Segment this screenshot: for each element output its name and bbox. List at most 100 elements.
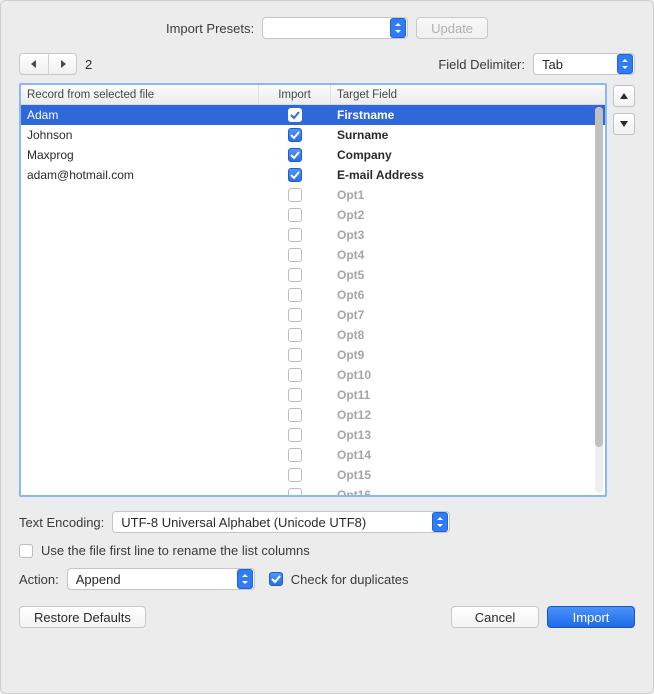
delimiter-group: Field Delimiter: Tab bbox=[438, 53, 635, 75]
import-button[interactable]: Import bbox=[547, 606, 635, 628]
table-row[interactable]: Opt13 bbox=[21, 425, 605, 445]
table-row[interactable]: Opt5 bbox=[21, 265, 605, 285]
check-duplicates-checkbox[interactable] bbox=[269, 572, 283, 586]
content-row: Record from selected file Import Target … bbox=[19, 83, 635, 497]
scrollbar[interactable] bbox=[595, 107, 603, 493]
table-row[interactable]: Opt14 bbox=[21, 445, 605, 465]
stepper-icon bbox=[617, 54, 633, 74]
table-row[interactable]: Opt12 bbox=[21, 405, 605, 425]
prev-record-button[interactable] bbox=[20, 54, 48, 74]
table-row[interactable]: JohnsonSurname bbox=[21, 125, 605, 145]
reorder-buttons bbox=[613, 83, 635, 497]
record-cell: adam@hotmail.com bbox=[21, 168, 259, 182]
import-checkbox[interactable] bbox=[288, 268, 302, 282]
import-cell bbox=[259, 308, 331, 322]
import-checkbox[interactable] bbox=[288, 408, 302, 422]
import-cell bbox=[259, 128, 331, 142]
target-cell: Opt11 bbox=[331, 388, 605, 402]
import-cell bbox=[259, 188, 331, 202]
target-cell: Company bbox=[331, 148, 605, 162]
record-nav bbox=[19, 53, 77, 75]
field-delimiter-select[interactable]: Tab bbox=[533, 53, 635, 75]
import-cell bbox=[259, 248, 331, 262]
target-cell: Opt10 bbox=[331, 368, 605, 382]
stepper-icon bbox=[237, 569, 253, 589]
import-cell bbox=[259, 468, 331, 482]
col-import[interactable]: Import bbox=[259, 85, 331, 104]
target-cell: Opt14 bbox=[331, 448, 605, 462]
col-record[interactable]: Record from selected file bbox=[21, 85, 259, 104]
first-line-label: Use the file first line to rename the li… bbox=[41, 543, 310, 558]
import-presets-select[interactable] bbox=[262, 17, 408, 39]
text-encoding-select[interactable]: UTF-8 Universal Alphabet (Unicode UTF8) bbox=[112, 511, 450, 533]
import-checkbox[interactable] bbox=[288, 128, 302, 142]
table-row[interactable]: Opt2 bbox=[21, 205, 605, 225]
import-checkbox[interactable] bbox=[288, 488, 302, 495]
check-duplicates-label: Check for duplicates bbox=[291, 572, 409, 587]
import-dialog: Import Presets: Update 2 Field Delimiter… bbox=[0, 0, 654, 694]
stepper-icon bbox=[432, 512, 448, 532]
table-row[interactable]: Opt10 bbox=[21, 365, 605, 385]
table-row[interactable]: Opt4 bbox=[21, 245, 605, 265]
table-header: Record from selected file Import Target … bbox=[21, 85, 605, 105]
target-cell: E-mail Address bbox=[331, 168, 605, 182]
nav-row: 2 Field Delimiter: Tab bbox=[19, 53, 635, 75]
import-checkbox[interactable] bbox=[288, 468, 302, 482]
import-cell bbox=[259, 488, 331, 495]
table-row[interactable]: Opt3 bbox=[21, 225, 605, 245]
target-cell: Opt6 bbox=[331, 288, 605, 302]
import-checkbox[interactable] bbox=[288, 248, 302, 262]
import-checkbox[interactable] bbox=[288, 368, 302, 382]
target-cell: Opt1 bbox=[331, 188, 605, 202]
table-row[interactable]: Opt6 bbox=[21, 285, 605, 305]
import-cell bbox=[259, 288, 331, 302]
import-checkbox[interactable] bbox=[288, 148, 302, 162]
scrollbar-thumb[interactable] bbox=[595, 107, 603, 447]
import-checkbox[interactable] bbox=[288, 328, 302, 342]
import-checkbox[interactable] bbox=[288, 208, 302, 222]
stepper-icon bbox=[390, 18, 406, 38]
import-checkbox[interactable] bbox=[288, 168, 302, 182]
first-line-checkbox[interactable] bbox=[19, 544, 33, 558]
table-row[interactable]: MaxprogCompany bbox=[21, 145, 605, 165]
import-checkbox[interactable] bbox=[288, 428, 302, 442]
table-row[interactable]: Opt15 bbox=[21, 465, 605, 485]
import-checkbox[interactable] bbox=[288, 108, 302, 122]
import-presets-label: Import Presets: bbox=[166, 21, 254, 36]
footer: Restore Defaults Cancel Import bbox=[19, 606, 635, 628]
import-checkbox[interactable] bbox=[288, 288, 302, 302]
target-cell: Opt16 bbox=[331, 488, 605, 495]
restore-defaults-button[interactable]: Restore Defaults bbox=[19, 606, 146, 628]
action-select[interactable]: Append bbox=[67, 568, 255, 590]
import-checkbox[interactable] bbox=[288, 448, 302, 462]
table-row[interactable]: Opt8 bbox=[21, 325, 605, 345]
table-row[interactable]: Opt11 bbox=[21, 385, 605, 405]
move-down-button[interactable] bbox=[613, 113, 635, 135]
update-button[interactable]: Update bbox=[416, 17, 488, 39]
import-cell bbox=[259, 328, 331, 342]
table-row[interactable]: adam@hotmail.com E-mail Address bbox=[21, 165, 605, 185]
presets-row: Import Presets: Update bbox=[19, 17, 635, 39]
import-checkbox[interactable] bbox=[288, 388, 302, 402]
record-cell: Johnson bbox=[21, 128, 259, 142]
record-cell: Adam bbox=[21, 108, 259, 122]
import-checkbox[interactable] bbox=[288, 228, 302, 242]
table-row[interactable]: Opt7 bbox=[21, 305, 605, 325]
import-checkbox[interactable] bbox=[288, 188, 302, 202]
table-row[interactable]: AdamFirstname bbox=[21, 105, 605, 125]
import-checkbox[interactable] bbox=[288, 308, 302, 322]
import-cell bbox=[259, 148, 331, 162]
import-cell bbox=[259, 448, 331, 462]
move-up-button[interactable] bbox=[613, 85, 635, 107]
next-record-button[interactable] bbox=[48, 54, 76, 74]
table-row[interactable]: Opt1 bbox=[21, 185, 605, 205]
record-index: 2 bbox=[85, 57, 92, 72]
cancel-button[interactable]: Cancel bbox=[451, 606, 539, 628]
target-cell: Opt7 bbox=[331, 308, 605, 322]
col-target[interactable]: Target Field bbox=[331, 85, 605, 104]
table-row[interactable]: Opt16 bbox=[21, 485, 605, 495]
table-row[interactable]: Opt9 bbox=[21, 345, 605, 365]
action-label: Action: bbox=[19, 572, 59, 587]
target-cell: Opt8 bbox=[331, 328, 605, 342]
import-checkbox[interactable] bbox=[288, 348, 302, 362]
